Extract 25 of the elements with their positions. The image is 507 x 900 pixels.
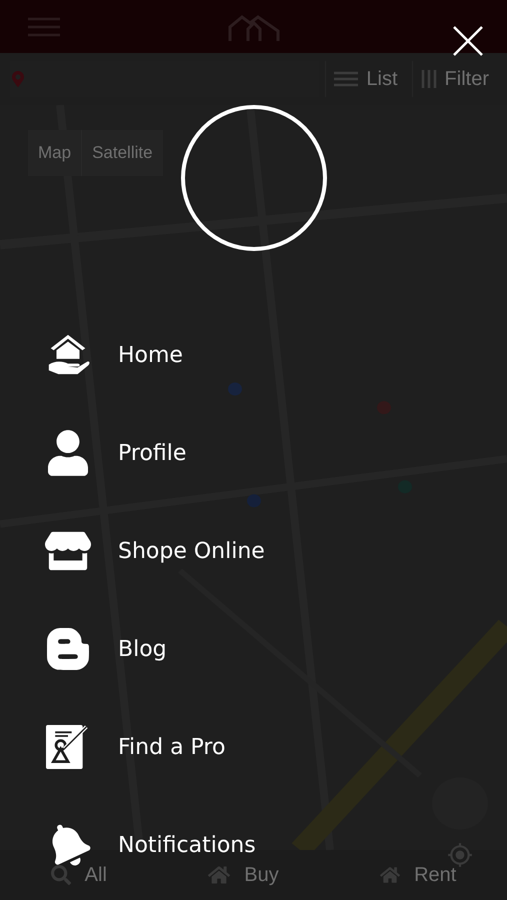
my-location-icon[interactable]	[447, 842, 473, 868]
map-type-tab[interactable]: Map	[28, 130, 82, 176]
close-icon	[453, 26, 483, 56]
menu-item[interactable]: Find a Pro	[42, 718, 265, 776]
map-type-tab[interactable]: Satellite	[81, 130, 163, 176]
storefront-icon	[45, 531, 91, 571]
location-pin-icon	[12, 71, 24, 87]
bottom-tab[interactable]: Buy	[208, 860, 279, 890]
list-icon	[334, 71, 358, 87]
close-button[interactable]	[451, 24, 485, 58]
search-icon	[50, 865, 71, 885]
document-pen-icon	[46, 723, 90, 771]
menu-item[interactable]: Profile	[42, 424, 265, 482]
house-icon	[208, 865, 230, 885]
menu-item[interactable]: Home	[42, 326, 265, 384]
filter-button[interactable]: Filter	[412, 61, 497, 97]
list-button[interactable]: List	[325, 61, 406, 97]
bottom-tab[interactable]: All	[50, 860, 107, 890]
bottom-tab[interactable]: Rent	[380, 860, 456, 890]
letter-b-icon	[44, 625, 92, 673]
person-icon	[48, 430, 88, 476]
menu-item[interactable]: Shope Online	[42, 522, 265, 580]
menu-icon[interactable]	[28, 16, 60, 36]
menu-item[interactable]: Blog	[42, 620, 265, 678]
sliders-icon	[420, 70, 437, 88]
